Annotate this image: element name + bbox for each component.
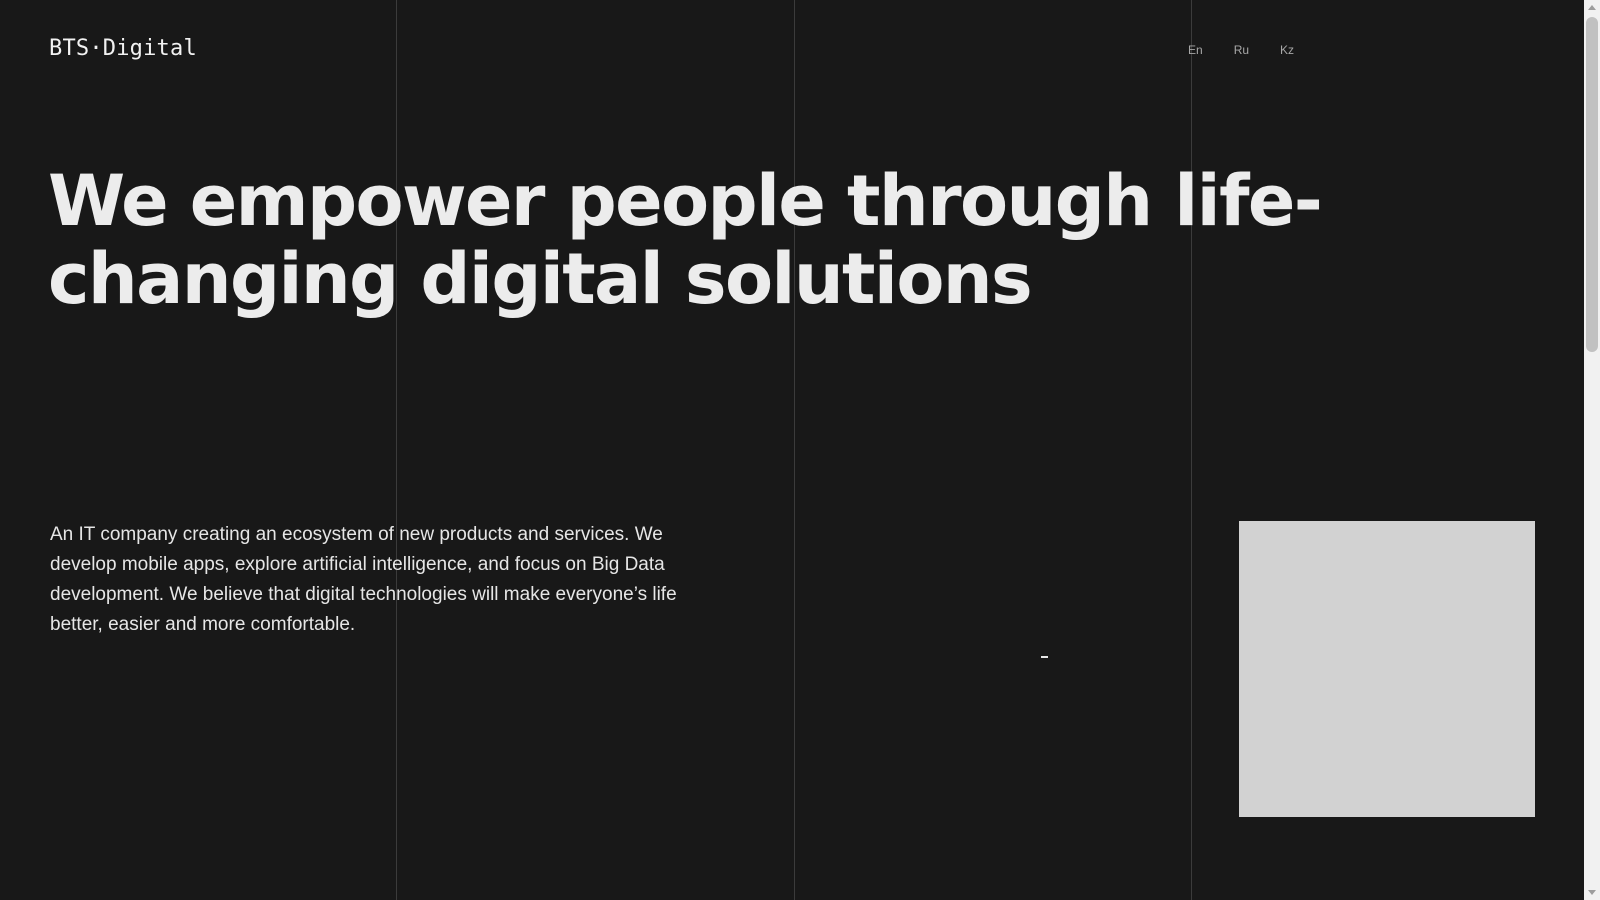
grid-line [794,0,795,900]
page-scrollbar[interactable] [1584,0,1600,900]
grid-line [396,0,397,900]
dash-mark [1041,656,1048,658]
language-en[interactable]: En [1188,43,1203,57]
scroll-up-arrow-icon[interactable] [1588,5,1596,10]
website-viewport: BTS·Digital En Ru Kz We empower people t… [0,0,1584,900]
language-kz[interactable]: Kz [1280,43,1294,57]
language-switcher: En Ru Kz [1188,43,1294,57]
grid-line [1191,0,1192,900]
company-logo[interactable]: BTS·Digital [49,36,197,61]
page: BTS·Digital En Ru Kz We empower people t… [0,0,1600,900]
language-ru[interactable]: Ru [1234,43,1249,57]
scroll-down-arrow-icon[interactable] [1588,890,1596,895]
media-placeholder [1239,521,1535,817]
hero-title: We empower people through life-changing … [48,160,1323,320]
scroll-thumb[interactable] [1586,17,1598,352]
hero-description: An IT company creating an ecosystem of n… [50,524,677,635]
